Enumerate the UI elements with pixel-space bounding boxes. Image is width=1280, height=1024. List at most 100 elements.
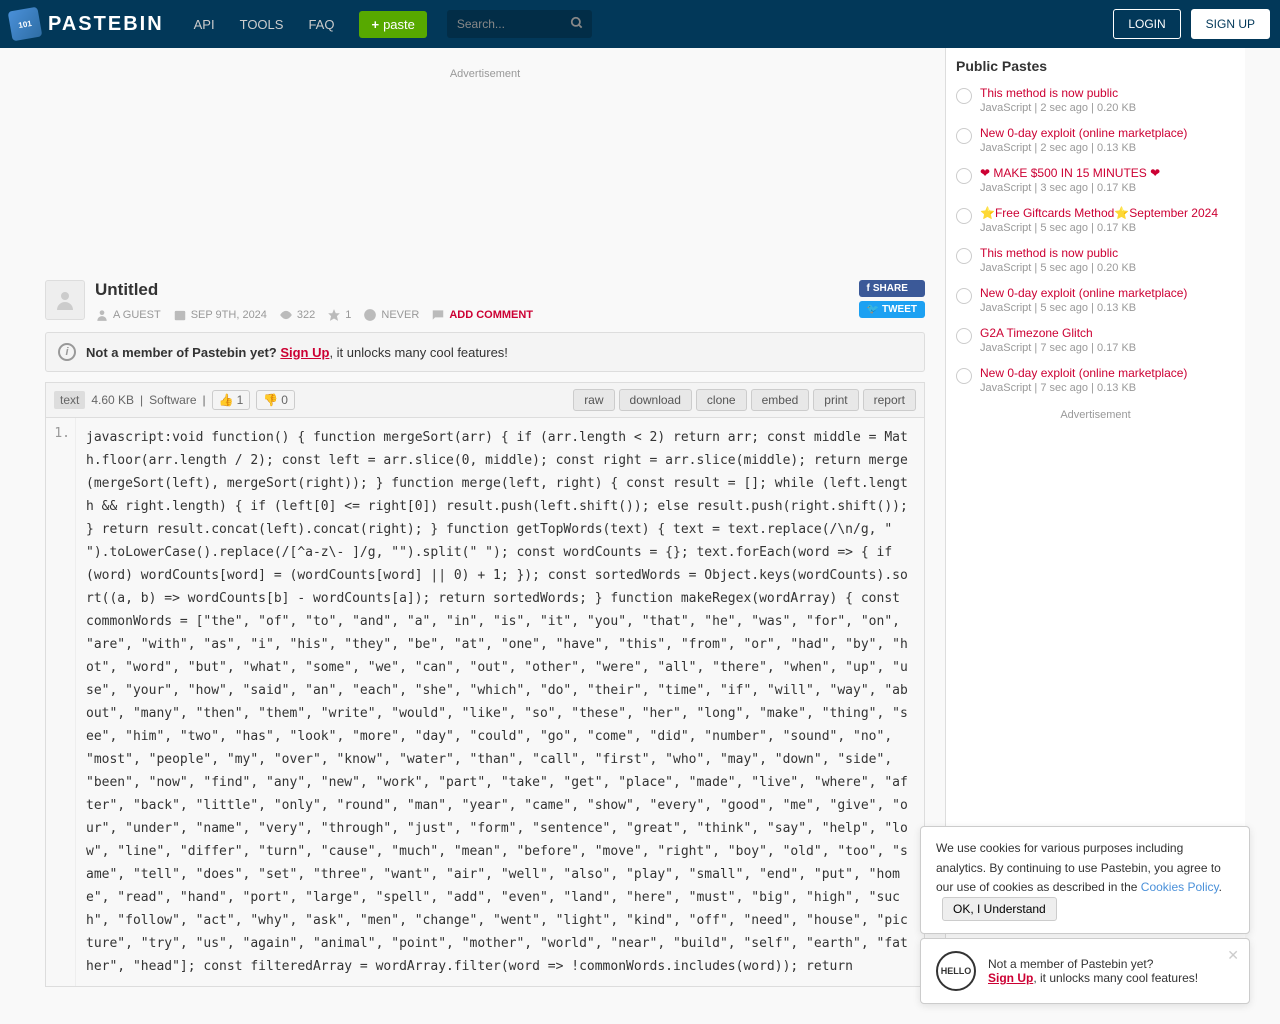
member-banner: ✕ HELLO Not a member of Pastebin yet? Si… bbox=[920, 938, 1250, 1004]
ad-top: Advertisement bbox=[45, 58, 925, 280]
globe-icon bbox=[956, 168, 972, 184]
nav-faq[interactable]: FAQ bbox=[308, 17, 334, 32]
paste-header: Untitled A GUEST SEP 9TH, 2024 322 bbox=[45, 280, 925, 322]
public-paste-link[interactable]: This method is now public bbox=[980, 86, 1136, 100]
nav-api[interactable]: API bbox=[194, 17, 215, 32]
language-tag[interactable]: text bbox=[54, 391, 85, 409]
expires-meta: NEVER bbox=[363, 308, 419, 322]
thumbs-down-icon: 👎 bbox=[263, 393, 278, 407]
globe-icon bbox=[956, 368, 972, 384]
avatar[interactable] bbox=[45, 280, 85, 320]
login-button[interactable]: LOGIN bbox=[1113, 9, 1180, 39]
globe-icon bbox=[956, 248, 972, 264]
author: A GUEST bbox=[113, 309, 161, 321]
author-meta: A GUEST bbox=[95, 308, 161, 322]
download-button[interactable]: download bbox=[619, 389, 692, 411]
public-paste-meta: JavaScript | 2 sec ago | 0.13 KB bbox=[980, 142, 1187, 154]
tweet-button[interactable]: 🐦 TWEET bbox=[859, 301, 925, 318]
public-paste-item: ❤ MAKE $500 IN 15 MINUTES ❤ JavaScript |… bbox=[956, 166, 1235, 194]
comment-link[interactable]: ADD COMMENT bbox=[431, 308, 533, 322]
downvote-count: 0 bbox=[281, 393, 288, 407]
member-suffix: , it unlocks many cool features! bbox=[1033, 971, 1198, 985]
cookie-ok-button[interactable]: OK, I Understand bbox=[942, 897, 1057, 921]
member-signup-link[interactable]: Sign Up bbox=[988, 971, 1033, 985]
public-paste-link[interactable]: New 0-day exploit (online marketplace) bbox=[980, 126, 1187, 140]
globe-icon bbox=[956, 328, 972, 344]
public-paste-item: ⭐Free Giftcards Method⭐September 2024 Ja… bbox=[956, 206, 1235, 234]
header-right: LOGIN SIGN UP bbox=[1113, 9, 1270, 39]
nav-tools[interactable]: TOOLS bbox=[240, 17, 284, 32]
comment-icon bbox=[431, 308, 445, 322]
public-paste-link[interactable]: G2A Timezone Glitch bbox=[980, 326, 1136, 340]
globe-icon bbox=[956, 208, 972, 224]
cookie-policy-link[interactable]: Cookies Policy bbox=[1141, 880, 1219, 894]
sidebar-title: Public Pastes bbox=[956, 58, 1235, 74]
rating: 1 bbox=[345, 309, 351, 321]
public-paste-item: This method is now public JavaScript | 2… bbox=[956, 86, 1235, 114]
upvote-count: 1 bbox=[237, 393, 244, 407]
public-paste-meta: JavaScript | 3 sec ago | 0.17 KB bbox=[980, 182, 1160, 194]
add-comment-label: ADD COMMENT bbox=[449, 309, 533, 321]
notice-signup-link[interactable]: Sign Up bbox=[280, 345, 329, 360]
main-content: Advertisement Untitled A GUEST SEP 9TH, … bbox=[35, 48, 935, 997]
downvote-button[interactable]: 👎 0 bbox=[256, 390, 295, 410]
code-toolbar: text 4.60 KB | Software | 👍 1 👎 0 raw do… bbox=[45, 382, 925, 418]
sidebar-ad: Advertisement bbox=[956, 409, 1235, 421]
nav: API TOOLS FAQ bbox=[194, 17, 335, 32]
search-wrap bbox=[447, 10, 592, 38]
public-paste-meta: JavaScript | 7 sec ago | 0.13 KB bbox=[980, 382, 1187, 394]
globe-icon bbox=[956, 128, 972, 144]
facebook-icon: f bbox=[867, 283, 870, 294]
star-icon bbox=[327, 308, 341, 322]
signup-notice: i Not a member of Pastebin yet? Sign Up,… bbox=[45, 332, 925, 372]
embed-button[interactable]: embed bbox=[751, 389, 810, 411]
views-meta: 322 bbox=[279, 308, 315, 322]
new-paste-button[interactable]: + paste bbox=[359, 11, 426, 38]
raw-button[interactable]: raw bbox=[573, 389, 614, 411]
cookie-banner: We use cookies for various purposes incl… bbox=[920, 826, 1250, 934]
member-line1: Not a member of Pastebin yet? bbox=[988, 957, 1198, 971]
search-icon[interactable] bbox=[570, 16, 584, 33]
thumbs-up-icon: 👍 bbox=[219, 393, 234, 407]
public-paste-meta: JavaScript | 2 sec ago | 0.20 KB bbox=[980, 102, 1136, 114]
size: 4.60 KB bbox=[91, 393, 134, 407]
public-paste-meta: JavaScript | 5 sec ago | 0.17 KB bbox=[980, 222, 1218, 234]
tweet-label: TWEET bbox=[882, 304, 917, 315]
paste-title: Untitled bbox=[95, 280, 849, 300]
public-paste-link[interactable]: ⭐Free Giftcards Method⭐September 2024 bbox=[980, 206, 1218, 220]
upvote-button[interactable]: 👍 1 bbox=[212, 390, 251, 410]
clock-icon bbox=[363, 308, 377, 322]
code-content[interactable]: javascript:void function() { function me… bbox=[76, 418, 924, 986]
date-meta: SEP 9TH, 2024 bbox=[173, 308, 267, 322]
views: 322 bbox=[297, 309, 315, 321]
info-icon: i bbox=[58, 343, 76, 361]
report-button[interactable]: report bbox=[863, 389, 916, 411]
print-button[interactable]: print bbox=[813, 389, 858, 411]
public-paste-item: New 0-day exploit (online marketplace) J… bbox=[956, 286, 1235, 314]
hello-icon: HELLO bbox=[936, 951, 976, 991]
public-paste-item: New 0-day exploit (online marketplace) J… bbox=[956, 366, 1235, 394]
calendar-icon bbox=[173, 308, 187, 322]
public-paste-meta: JavaScript | 5 sec ago | 0.20 KB bbox=[980, 262, 1136, 274]
close-icon[interactable]: ✕ bbox=[1227, 947, 1239, 964]
line-number: 1. bbox=[46, 418, 76, 986]
brand-text: PASTEBIN bbox=[48, 13, 164, 36]
public-paste-item: New 0-day exploit (online marketplace) J… bbox=[956, 126, 1235, 154]
globe-icon bbox=[956, 288, 972, 304]
public-paste-link[interactable]: This method is now public bbox=[980, 246, 1136, 260]
logo[interactable]: 101 PASTEBIN bbox=[10, 9, 164, 39]
public-paste-item: G2A Timezone Glitch JavaScript | 7 sec a… bbox=[956, 326, 1235, 354]
public-paste-link[interactable]: New 0-day exploit (online marketplace) bbox=[980, 366, 1187, 380]
share-label: SHARE bbox=[873, 283, 908, 294]
public-paste-link[interactable]: New 0-day exploit (online marketplace) bbox=[980, 286, 1187, 300]
signup-button[interactable]: SIGN UP bbox=[1191, 9, 1270, 39]
share-button[interactable]: f SHARE bbox=[859, 280, 925, 297]
rating-meta: 1 bbox=[327, 308, 351, 322]
plus-icon: + bbox=[371, 17, 379, 32]
twitter-icon: 🐦 bbox=[867, 304, 879, 315]
logo-icon: 101 bbox=[8, 7, 43, 42]
header: 101 PASTEBIN API TOOLS FAQ + paste LOGIN… bbox=[0, 0, 1280, 48]
clone-button[interactable]: clone bbox=[696, 389, 747, 411]
public-paste-meta: JavaScript | 7 sec ago | 0.17 KB bbox=[980, 342, 1136, 354]
public-paste-link[interactable]: ❤ MAKE $500 IN 15 MINUTES ❤ bbox=[980, 166, 1160, 180]
